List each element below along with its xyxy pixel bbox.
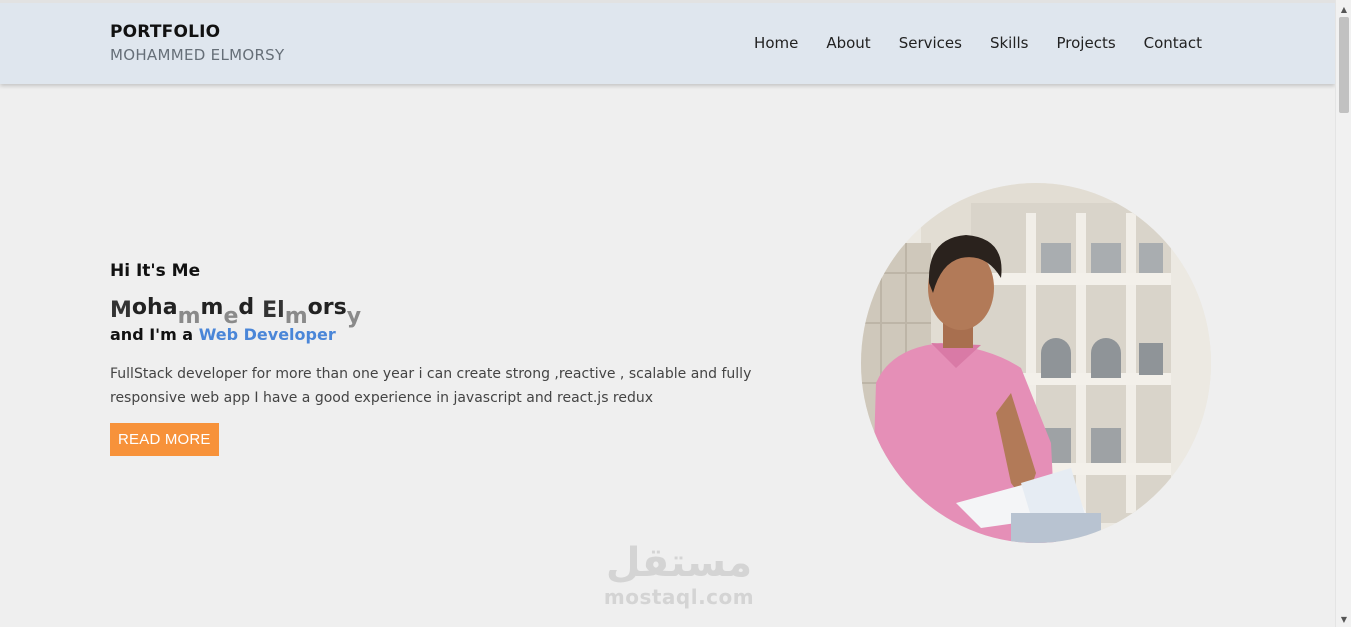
name-letter: o xyxy=(131,295,148,320)
nav-skills[interactable]: Skills xyxy=(990,34,1029,52)
name-letter: m xyxy=(177,304,201,329)
scroll-thumb[interactable] xyxy=(1339,17,1349,113)
role-accent: Web Developer xyxy=(198,325,336,344)
name-letter: r xyxy=(322,295,334,320)
name-letter: o xyxy=(307,295,323,320)
watermark-arabic: مستقل xyxy=(605,540,753,586)
brand-title: PORTFOLIO xyxy=(110,22,221,42)
hero-role: and I'm a Web Developer xyxy=(110,325,790,344)
hero-section: Hi It's Me M o h a m m e d E l m o r s y… xyxy=(110,261,790,456)
nav-home[interactable]: Home xyxy=(754,34,798,52)
scroll-up-icon[interactable]: ▲ xyxy=(1336,3,1351,17)
name-letter: E xyxy=(262,298,278,323)
vertical-scrollbar[interactable]: ▲ ▼ xyxy=(1335,0,1351,627)
name-letter: a xyxy=(162,295,178,320)
hero-greeting: Hi It's Me xyxy=(110,261,201,281)
name-letter: M xyxy=(110,298,132,323)
brand[interactable]: PORTFOLIO MOHAMMED ELMORSY xyxy=(110,22,284,64)
name-letter: m xyxy=(200,295,224,320)
watermark: مستقل mostaql.com xyxy=(594,539,764,609)
name-letter: m xyxy=(284,304,308,329)
main-nav: Home About Services Skills Projects Cont… xyxy=(754,34,1202,52)
name-letter: l xyxy=(277,298,285,323)
profile-photo xyxy=(861,183,1211,543)
name-letter: s xyxy=(333,295,347,320)
brand-subtitle: MOHAMMED ELMORSY xyxy=(110,46,285,64)
name-letter: e xyxy=(223,304,239,329)
profile-photo-image xyxy=(861,183,1211,543)
read-more-button[interactable]: READ MORE xyxy=(110,423,219,456)
name-letter: h xyxy=(147,295,163,320)
nav-about[interactable]: About xyxy=(826,34,870,52)
hero-animated-name: M o h a m m e d E l m o r s y xyxy=(110,289,790,329)
nav-projects[interactable]: Projects xyxy=(1057,34,1116,52)
scroll-down-icon[interactable]: ▼ xyxy=(1336,613,1351,627)
nav-services[interactable]: Services xyxy=(899,34,962,52)
hero-description: FullStack developer for more than one ye… xyxy=(110,366,752,406)
name-letter: d xyxy=(238,295,255,320)
site-header: PORTFOLIO MOHAMMED ELMORSY Home About Se… xyxy=(0,3,1335,84)
page-viewport: PORTFOLIO MOHAMMED ELMORSY Home About Se… xyxy=(0,0,1335,627)
name-letter: y xyxy=(346,304,362,329)
nav-contact[interactable]: Contact xyxy=(1144,34,1202,52)
watermark-latin: mostaql.com xyxy=(603,585,755,609)
